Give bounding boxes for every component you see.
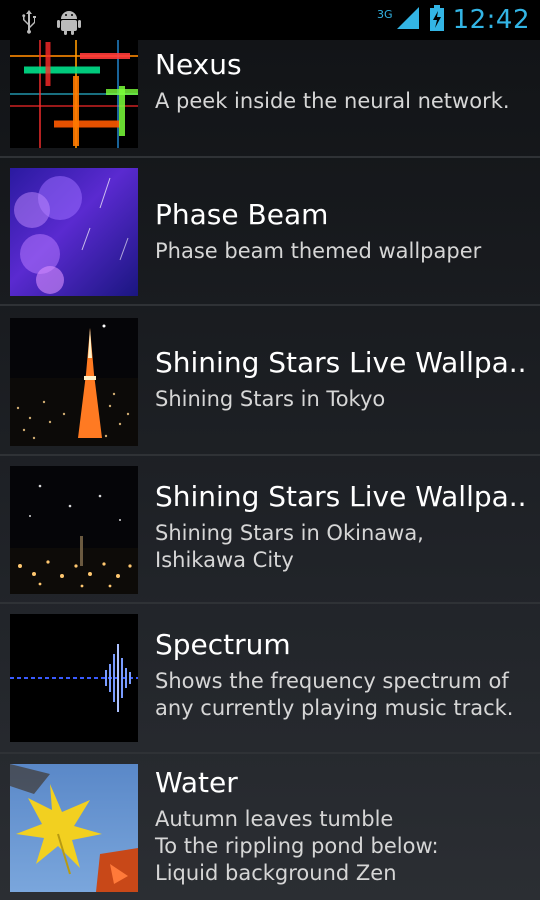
usb-icon xyxy=(20,9,38,39)
wallpaper-description: Autumn leaves tumble To the rippling pon… xyxy=(155,807,439,885)
wallpaper-description: Shows the frequency spectrum of any curr… xyxy=(155,669,514,720)
wallpaper-title: Phase Beam xyxy=(155,198,329,231)
nexus-thumbnail xyxy=(10,40,138,148)
list-item[interactable]: Spectrum Shows the frequency spectrum of… xyxy=(0,604,540,752)
android-debug-icon xyxy=(56,8,82,40)
wallpaper-description: A peek inside the neural network. xyxy=(155,89,510,113)
clock: 12:42 xyxy=(452,5,530,35)
wallpaper-description: Shining Stars in Okinawa, Ishikawa City xyxy=(155,521,424,572)
wallpaper-description: Phase beam themed wallpaper xyxy=(155,239,482,263)
list-item[interactable]: Shining Stars Live Wallpa.. Shining Star… xyxy=(0,306,540,454)
tokyo-stars-thumbnail xyxy=(10,318,138,446)
list-item[interactable]: Shining Stars Live Wallpa.. Shining Star… xyxy=(0,456,540,602)
wallpaper-description: Shining Stars in Tokyo xyxy=(155,387,386,411)
phase-beam-thumbnail xyxy=(10,168,138,296)
okinawa-stars-thumbnail xyxy=(10,466,138,594)
water-thumbnail xyxy=(10,764,138,892)
status-bar: 3G 12:42 xyxy=(0,0,540,40)
wallpaper-title: Shining Stars Live Wallpa.. xyxy=(155,480,527,513)
wallpaper-title: Water xyxy=(155,766,238,799)
wallpaper-title: Shining Stars Live Wallpa.. xyxy=(155,346,527,379)
network-type-label: 3G xyxy=(377,8,393,21)
signal-icon xyxy=(395,5,421,35)
list-item[interactable]: Nexus A peek inside the neural network. xyxy=(0,40,540,156)
wallpaper-title: Nexus xyxy=(155,48,242,81)
list-item[interactable]: Phase Beam Phase beam themed wallpaper xyxy=(0,158,540,304)
list-item[interactable]: Water Autumn leaves tumble To the rippli… xyxy=(0,754,540,900)
battery-charging-icon xyxy=(429,4,445,36)
wallpaper-list: Nexus A peek inside the neural network. … xyxy=(0,40,540,900)
wallpaper-title: Spectrum xyxy=(155,628,291,661)
spectrum-thumbnail xyxy=(10,614,138,742)
